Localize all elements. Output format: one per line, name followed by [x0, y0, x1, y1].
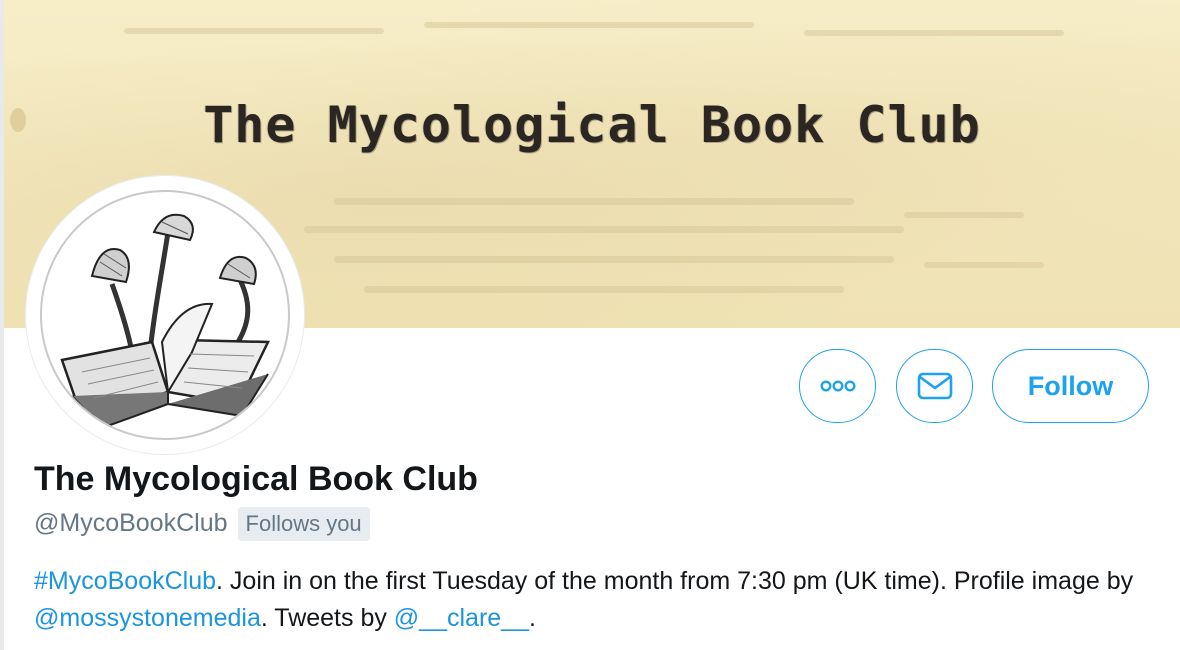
- bio-text: .: [528, 604, 536, 632]
- envelope-icon: [917, 372, 952, 400]
- message-button[interactable]: [896, 349, 973, 423]
- bio-hashtag-link[interactable]: #MycoBookClub: [34, 567, 216, 595]
- banner-title: The Mycological Book Club: [203, 96, 981, 154]
- more-options-button[interactable]: [799, 349, 876, 423]
- bio-mention-clare[interactable]: @__clare__: [394, 604, 529, 632]
- more-horizontal-icon: [819, 380, 856, 392]
- profile-display-name: The Mycological Book Club: [34, 460, 478, 498]
- bio-mention-mossystonemedia[interactable]: @mossystonemedia: [34, 604, 261, 632]
- profile-handle: @MycoBookClub: [34, 509, 228, 537]
- bio-text: . Tweets by: [260, 604, 394, 632]
- book-mushroom-illustration: [60, 213, 270, 430]
- bio-text: . Join in on the first Tuesday of the mo…: [216, 567, 1134, 595]
- profile-avatar[interactable]: [26, 176, 304, 454]
- handle-row: @MycoBookClub Follows you: [34, 505, 370, 542]
- follow-button[interactable]: Follow: [992, 349, 1149, 423]
- follows-you-badge: Follows you: [237, 506, 370, 541]
- profile-bio: #MycoBookClub. Join in on the first Tues…: [34, 563, 1144, 637]
